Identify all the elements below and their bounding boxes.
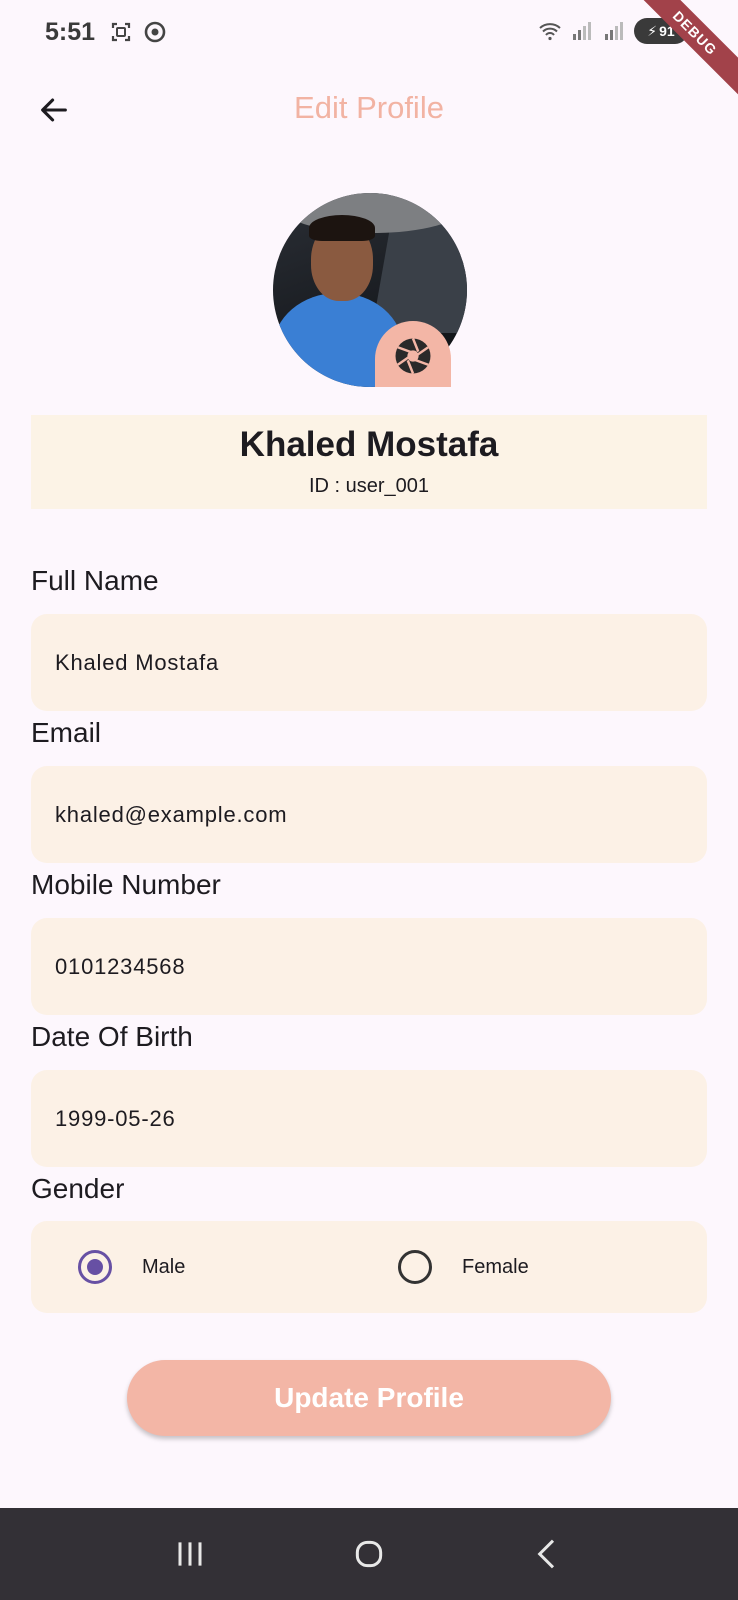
dob-label: Date Of Birth [31,1021,193,1052]
full-name-value: Khaled Mostafa [55,649,220,675]
profile-header-card: Khaled Mostafa ID : user_001 [31,415,707,509]
signal-icon [573,22,591,40]
gender-option-female[interactable]: Female [398,1221,529,1313]
home-icon[interactable] [349,1534,389,1574]
mobile-label: Mobile Number [31,869,221,900]
profile-id: ID : user_001 [308,475,430,497]
recent-apps-icon[interactable] [170,1534,210,1574]
gender-option-male[interactable]: Male [78,1221,185,1313]
gender-option-male-label: Male [142,1255,186,1278]
email-field[interactable]: khaled@example.com [31,766,707,863]
wifi-icon [539,23,561,41]
full-name-label: Full Name [31,565,159,596]
gender-selector: Male Female [31,1221,707,1313]
system-nav-bar [0,1508,738,1600]
status-left-icons [109,20,167,44]
avatar-container [273,193,467,387]
dob-value: 1999-05-26 [55,1105,176,1131]
page-title: Edit Profile [294,90,444,125]
email-value: khaled@example.com [55,801,288,827]
mobile-value: 0101234568 [55,953,186,979]
profile-name: Khaled Mostafa [239,425,499,464]
gender-label: Gender [31,1173,125,1204]
back-icon[interactable] [528,1534,568,1574]
status-time: 5:51 [45,17,96,46]
app-bar: Edit Profile [0,70,738,150]
change-photo-button[interactable] [375,321,451,387]
radio-selected-icon[interactable] [78,1250,112,1284]
status-bar: 5:51 ⚡ 91 [0,0,738,64]
update-profile-button[interactable]: Update Profile [127,1360,611,1436]
chrome-icon [144,21,166,43]
email-label: Email [31,717,102,748]
signal-icon [605,22,623,40]
full-name-field[interactable]: Khaled Mostafa [31,614,707,711]
radio-unselected-icon[interactable] [398,1250,432,1284]
gender-option-female-label: Female [462,1255,529,1278]
battery-bolt-icon: ⚡ [647,22,658,39]
dob-field[interactable]: 1999-05-26 [31,1070,707,1167]
screenshot-icon [111,22,131,42]
camera-aperture-icon [395,338,431,374]
mobile-field[interactable]: 0101234568 [31,918,707,1015]
